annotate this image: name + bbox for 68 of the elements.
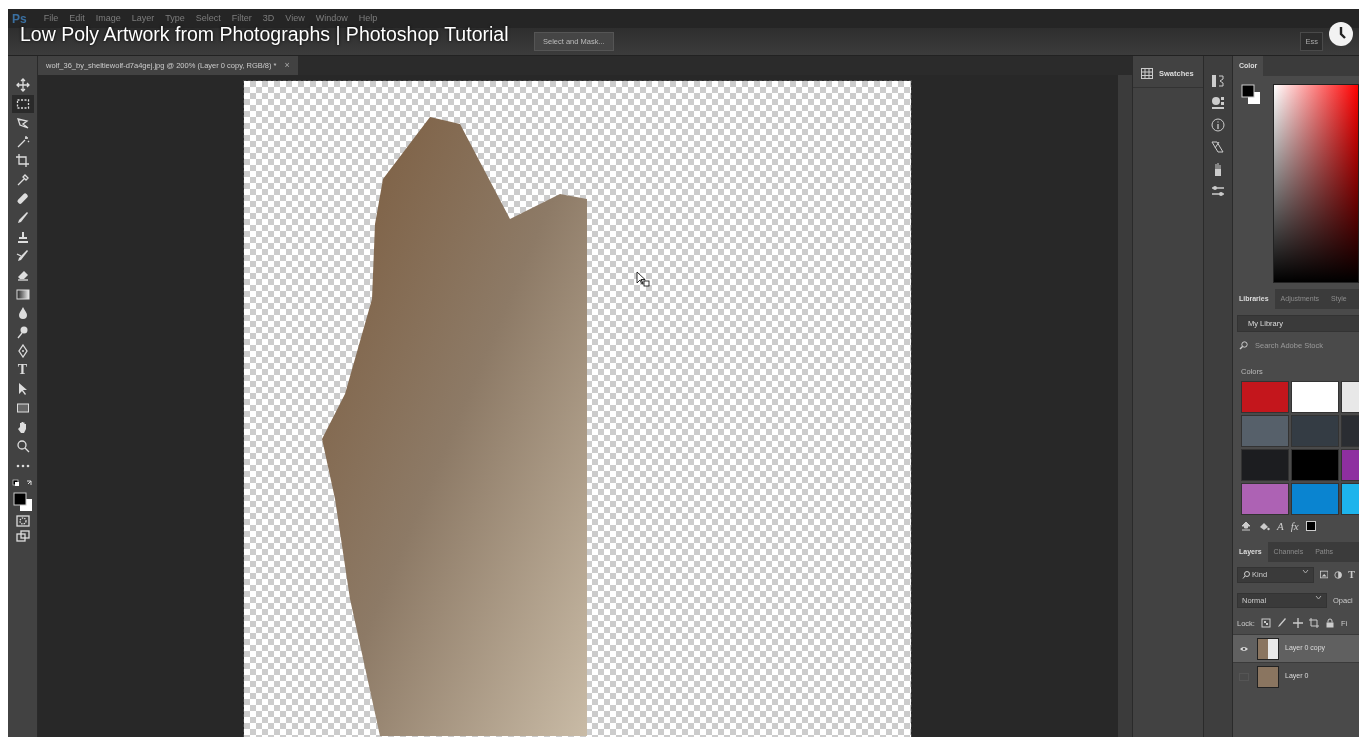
- crosshair-arrows-icon: [15, 78, 30, 92]
- type-tool-button[interactable]: T: [11, 361, 34, 379]
- color-swatch[interactable]: [1241, 414, 1289, 447]
- screen-mode-icon: [15, 530, 30, 542]
- magnifier-icon: [15, 439, 30, 453]
- menu-item[interactable]: Type: [165, 11, 185, 26]
- upload-icon[interactable]: [1241, 521, 1251, 531]
- marquee-tool-button[interactable]: [11, 95, 34, 113]
- foreground-background-colors-icon: [12, 492, 33, 512]
- brush-icon: [15, 211, 30, 225]
- checker-lock-icon[interactable]: [1260, 618, 1271, 629]
- foreground-background-colors-icon: [1241, 84, 1261, 106]
- menu-item[interactable]: Window: [315, 11, 348, 26]
- search-icon: [1242, 571, 1250, 580]
- grid-icon: [1141, 68, 1153, 80]
- dashed-rectangle-icon: [15, 97, 30, 111]
- menu-item[interactable]: Filter: [231, 11, 252, 26]
- image-filter-icon[interactable]: [1319, 570, 1328, 580]
- type-filter-button[interactable]: T: [1348, 567, 1355, 583]
- close-button[interactable]: ×: [284, 58, 290, 73]
- brush-icon: [15, 249, 30, 263]
- menu-item[interactable]: Layer: [131, 11, 155, 26]
- library-action[interactable]: A: [1277, 517, 1284, 535]
- properties-icon: [1211, 96, 1225, 110]
- lasso-icon: [15, 116, 30, 130]
- app-logo: Ps: [12, 10, 27, 27]
- color-swatch[interactable]: [1241, 482, 1289, 515]
- color-swatch[interactable]: [1241, 380, 1289, 413]
- library-action[interactable]: fx: [1290, 517, 1299, 535]
- menu-item[interactable]: Help: [358, 11, 378, 26]
- sliders-icon: [1211, 184, 1225, 198]
- fill-bucket-icon[interactable]: [1258, 521, 1270, 531]
- brush-lock-icon[interactable]: [1276, 618, 1287, 629]
- quick-mask-icon: [15, 515, 30, 527]
- rectangle-icon: [15, 401, 30, 415]
- mouse-cursor-icon: [636, 271, 650, 287]
- color-swatch[interactable]: [1291, 380, 1339, 413]
- dodge-icon: [15, 325, 30, 339]
- paths-icon: [1211, 140, 1225, 154]
- move-lock-icon[interactable]: [1292, 618, 1303, 629]
- default-colors-icon: [11, 479, 34, 489]
- menu-item[interactable]: Select: [195, 11, 221, 26]
- eyedropper-icon: [15, 173, 30, 187]
- history-icon: [1211, 74, 1225, 88]
- chevron-down-icon: [1315, 594, 1322, 600]
- swatch-icon[interactable]: [1305, 521, 1316, 531]
- padlock-icon[interactable]: [1324, 618, 1335, 629]
- menu-item[interactable]: View: [285, 11, 305, 26]
- menu-item[interactable]: Edit: [69, 11, 85, 26]
- wand-icon: [15, 135, 30, 149]
- crop-lock-icon[interactable]: [1308, 618, 1319, 629]
- color-swatch[interactable]: [1241, 448, 1289, 481]
- search-icon: [1239, 341, 1248, 351]
- eraser-icon: [15, 268, 30, 282]
- menu-item[interactable]: Image: [95, 11, 121, 26]
- eye-icon[interactable]: [1239, 644, 1249, 653]
- color-swatch[interactable]: [1291, 448, 1339, 481]
- video-title: Low Poly Artwork from Photographs | Photoshop Tutorial: [20, 25, 509, 45]
- half-circle-icon[interactable]: [1334, 569, 1343, 580]
- stamp-icon: [15, 230, 30, 244]
- gradient-icon: [15, 287, 30, 301]
- crop-icon: [15, 154, 30, 168]
- color-field[interactable]: [1273, 84, 1359, 283]
- color-swatch[interactable]: [1291, 482, 1339, 515]
- menu-item[interactable]: File: [43, 11, 59, 26]
- menu-item[interactable]: 3D: [262, 11, 275, 26]
- info-icon: [1211, 118, 1225, 132]
- chevron-down-icon: [1301, 569, 1309, 575]
